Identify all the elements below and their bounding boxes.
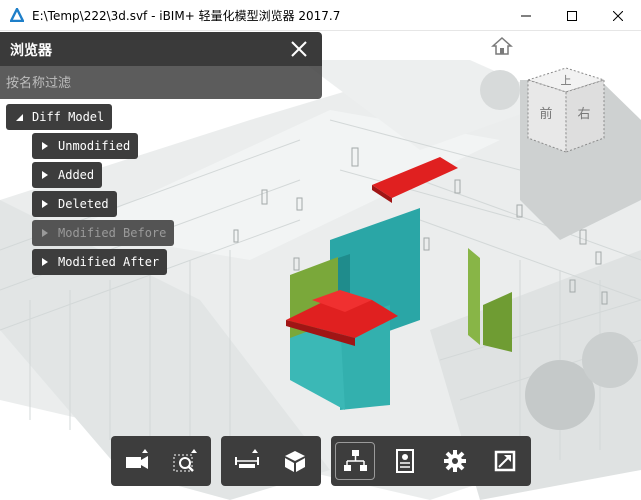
toolbar-group-tools (221, 436, 321, 486)
title-bar: E:\Temp\222\3d.svf - iBIM+ 轻量化模型浏览器 2017… (0, 0, 641, 31)
minimize-icon (521, 15, 531, 16)
close-window-button[interactable] (595, 0, 641, 31)
collapsed-arrow-icon[interactable] (40, 141, 50, 151)
properties-icon (396, 449, 414, 473)
close-icon (613, 10, 623, 21)
collapsed-arrow-icon[interactable] (40, 257, 50, 267)
tree-node-label: Modified After (58, 255, 160, 269)
model-tree-button[interactable] (335, 442, 375, 480)
tree-node-label: Deleted (58, 197, 109, 211)
browser-panel-title: 浏览器 (10, 43, 52, 59)
tree-node-diff-model[interactable]: Diff Model (6, 104, 113, 130)
tree-node-label: Added (58, 168, 95, 182)
properties-button[interactable] (385, 442, 425, 480)
home-icon[interactable] (491, 36, 513, 56)
fullscreen-button[interactable] (485, 442, 525, 480)
settings-button[interactable] (435, 442, 475, 480)
model-tree-icon (344, 450, 367, 471)
measure-icon (235, 449, 259, 468)
tree-node-added[interactable]: Added (32, 162, 103, 188)
minimize-button[interactable] (503, 0, 549, 31)
filter-bar (0, 66, 322, 99)
toolbar-group-navigation (111, 436, 211, 486)
maximize-icon (567, 10, 577, 21)
collapsed-arrow-icon[interactable] (40, 228, 50, 238)
maximize-button[interactable] (549, 0, 595, 31)
app-logo-icon (10, 8, 24, 22)
tree-node-modified-before[interactable]: Modified Before (32, 220, 175, 246)
fullscreen-icon (494, 450, 516, 472)
tree-node-label: Modified Before (58, 226, 167, 240)
section-box-button[interactable] (275, 442, 315, 480)
close-icon[interactable] (290, 40, 308, 58)
name-filter-input[interactable] (6, 72, 306, 94)
viewcube-right-label: 右 (577, 107, 590, 122)
camera-icon (126, 449, 148, 469)
viewcube-front-label: 前 (539, 106, 552, 122)
collapsed-arrow-icon[interactable] (40, 170, 50, 180)
tree-node-deleted[interactable]: Deleted (32, 191, 117, 217)
section-box-icon (285, 451, 305, 472)
tree-node-label: Diff Model (32, 110, 105, 124)
measure-button[interactable] (227, 442, 267, 480)
tree-node-modified-after[interactable]: Modified After (32, 249, 168, 275)
collapsed-arrow-icon[interactable] (40, 199, 50, 209)
tree-node-unmodified[interactable]: Unmodified (32, 133, 139, 159)
settings-icon (444, 450, 466, 472)
viewcube-top-label: 上 (561, 74, 572, 87)
toolbar-group-panels (331, 436, 531, 486)
browser-panel-header: 浏览器 (0, 32, 322, 66)
expanded-arrow-icon[interactable] (14, 112, 24, 122)
window-title: E:\Temp\222\3d.svf - iBIM+ 轻量化模型浏览器 2017… (32, 8, 341, 23)
zoom-window-icon (173, 449, 197, 472)
tree-node-label: Unmodified (58, 139, 131, 153)
view-cube[interactable]: 上 前 右 (522, 60, 608, 156)
camera-button[interactable] (117, 442, 157, 480)
zoom-window-button[interactable] (165, 442, 205, 480)
